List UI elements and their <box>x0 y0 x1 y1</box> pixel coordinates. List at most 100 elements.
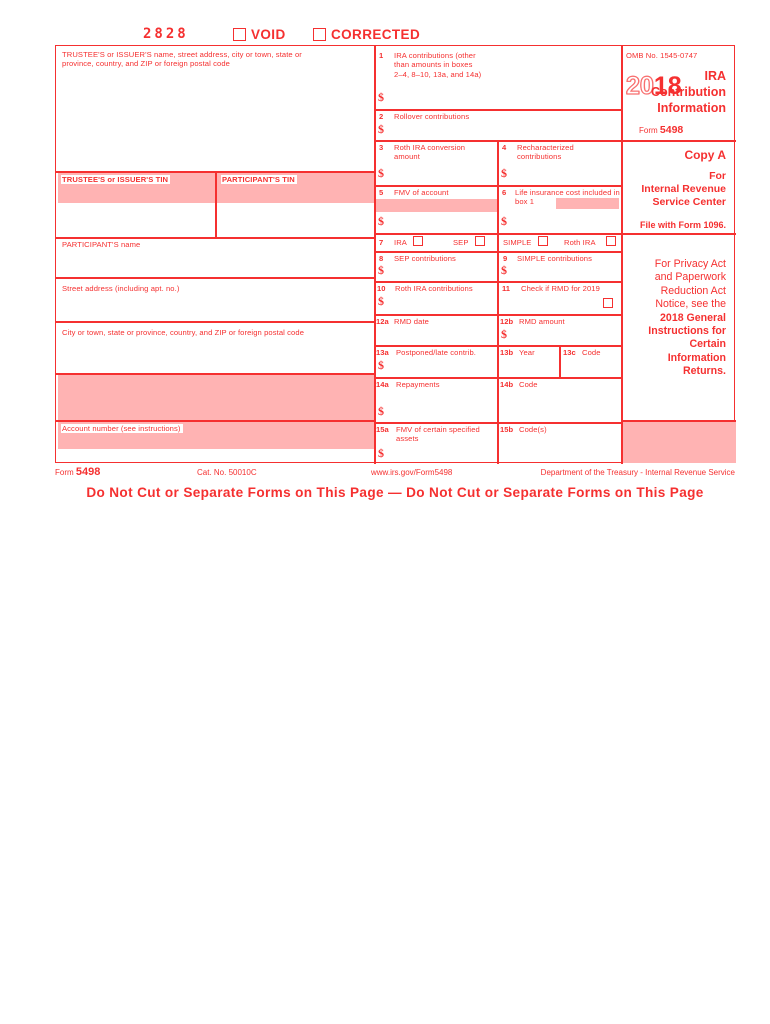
tax-year-light: 20 <box>625 71 654 100</box>
box-15a-amount[interactable] <box>390 445 494 461</box>
corrected-checkbox-group[interactable]: CORRECTED <box>313 27 420 42</box>
form-caption-prefix: Form <box>639 126 658 135</box>
box-2-label: Rollover contributions <box>394 112 470 121</box>
privacy-line-2: and Paperwork <box>654 271 726 284</box>
mid-divider-b1011b12 <box>374 314 621 316</box>
mid-divider-b13b14 <box>374 377 621 379</box>
privacy-bold-3: Certain <box>689 338 727 351</box>
box-8-label: SEP contributions <box>394 254 456 263</box>
box-12b-amount[interactable] <box>513 327 617 342</box>
corrected-checkbox[interactable] <box>313 28 326 41</box>
box-14a-number: 14a <box>376 380 389 389</box>
box-15b-value[interactable] <box>501 435 617 461</box>
box-14b-label: Code <box>519 380 538 389</box>
box-12a-value[interactable] <box>378 327 494 343</box>
privacy-bold-1: 2018 General <box>660 311 726 324</box>
box-12a-label: RMD date <box>394 317 429 326</box>
box-10-amount[interactable] <box>390 294 494 310</box>
box-8-dollar-sign: $ <box>378 263 384 277</box>
blank-pink-block <box>57 374 374 420</box>
divider-middle-inner <box>497 140 499 464</box>
box-5-number: 5 <box>379 188 384 197</box>
box-9-label: SIMPLE contributions <box>517 254 593 263</box>
privacy-line-4: Notice, see the <box>655 298 726 311</box>
box-14b-value[interactable] <box>501 390 617 418</box>
do-not-cut-notice: Do Not Cut or Separate Forms on This Pag… <box>86 485 704 500</box>
mid-divider-b34b56 <box>374 185 621 187</box>
box-13b-value[interactable] <box>501 358 556 373</box>
mid-divider-b14b15 <box>374 422 621 424</box>
box-3-amount[interactable] <box>390 165 494 181</box>
box-10-number: 10 <box>377 284 386 293</box>
box-12b-number: 12b <box>500 317 514 326</box>
divider-13b-13c <box>559 345 561 377</box>
right-bottom-pink-block <box>622 421 736 463</box>
box-6-amount[interactable] <box>513 213 617 229</box>
mid-divider-b89b1011 <box>374 281 621 283</box>
box-14b-number: 14b <box>500 380 514 389</box>
box-9-dollar-sign: $ <box>501 263 507 277</box>
box-1-number: 1 <box>379 51 384 60</box>
box-6-number: 6 <box>502 188 507 197</box>
form-page: 2828 VOID CORRECTED TRUSTEE'S or ISSUER'… <box>0 0 770 1024</box>
void-checkbox[interactable] <box>233 28 246 41</box>
box-2-number: 2 <box>379 112 384 121</box>
privacy-bold-2: Instructions for <box>648 325 726 338</box>
box-5-mask <box>375 199 497 212</box>
box-14a-amount[interactable] <box>390 403 494 419</box>
box-4-amount[interactable] <box>513 165 617 181</box>
void-checkbox-group[interactable]: VOID <box>233 27 286 42</box>
right-divider-2 <box>621 233 736 235</box>
participant-tin-input[interactable] <box>217 203 374 236</box>
box-5-label: FMV of account <box>394 188 449 197</box>
footer-url[interactable]: www.irs.gov/Form5498 <box>371 468 452 477</box>
box-7-number: 7 <box>379 238 384 247</box>
box-12b-label: RMD amount <box>519 317 565 326</box>
omb-number: OMB No. 1545-0747 <box>626 51 698 60</box>
box-15b-label: Code(s) <box>519 425 547 434</box>
box-4-label: Recharacterized contributions <box>517 143 574 162</box>
form-footer: Form 5498 Cat. No. 50010C www.irs.gov/Fo… <box>55 466 735 480</box>
mid-divider-b12b13 <box>374 345 621 347</box>
box-13a-dollar-sign: $ <box>378 358 384 372</box>
box-11-checkbox[interactable] <box>603 298 613 308</box>
box-7-checkbox-sep[interactable] <box>475 236 485 246</box>
participant-name-input[interactable] <box>58 250 374 276</box>
account-number-input[interactable] <box>58 448 374 462</box>
trustee-tin-input[interactable] <box>58 203 215 236</box>
box-13a-amount[interactable] <box>390 358 494 373</box>
box-2-amount[interactable] <box>390 122 615 137</box>
box-1-dollar-sign: $ <box>378 90 384 104</box>
box-5-amount[interactable] <box>390 213 494 229</box>
privacy-act-notice: For Privacy Act and Paperwork Reduction … <box>648 258 726 379</box>
privacy-line-3: Reduction Act <box>660 284 726 297</box>
corrected-label: CORRECTED <box>331 27 421 42</box>
city-state-zip-input[interactable] <box>58 338 374 372</box>
mid-divider-b1b2 <box>374 109 621 111</box>
box-3-number: 3 <box>379 143 384 152</box>
box-13b-number: 13b <box>500 348 514 357</box>
footer-cat-no: Cat. No. 50010C <box>197 468 257 477</box>
street-address-label: Street address (including apt. no.) <box>62 284 180 293</box>
form-caption: Form 5498 <box>639 124 683 136</box>
account-number-label: Account number (see instructions) <box>61 424 183 434</box>
box-4-dollar-sign: $ <box>501 166 507 180</box>
mid-divider-b7b89 <box>374 251 621 253</box>
footer-form-prefix: Form <box>55 468 74 477</box>
box-7-checkbox-roth[interactable] <box>606 236 616 246</box>
street-address-input[interactable] <box>58 294 374 320</box>
box-9-amount[interactable] <box>513 263 617 278</box>
box-7-checkbox-ira[interactable] <box>413 236 423 246</box>
box-8-amount[interactable] <box>390 263 494 278</box>
box-7-checkbox-simple[interactable] <box>538 236 548 246</box>
box-5-dollar-sign: $ <box>378 214 384 228</box>
box-13b-label: Year <box>519 348 535 357</box>
trustee-tin-label: TRUSTEE'S or ISSUER'S TIN <box>61 175 171 185</box>
box-14a-dollar-sign: $ <box>378 404 384 418</box>
box-7-option-simple-label: SIMPLE <box>503 238 532 247</box>
box-13c-value[interactable] <box>564 358 616 373</box>
box-6-dollar-sign: $ <box>501 214 507 228</box>
void-label: VOID <box>251 27 286 42</box>
box-13a-number: 13a <box>376 348 389 357</box>
box-1-amount[interactable] <box>390 88 615 106</box>
